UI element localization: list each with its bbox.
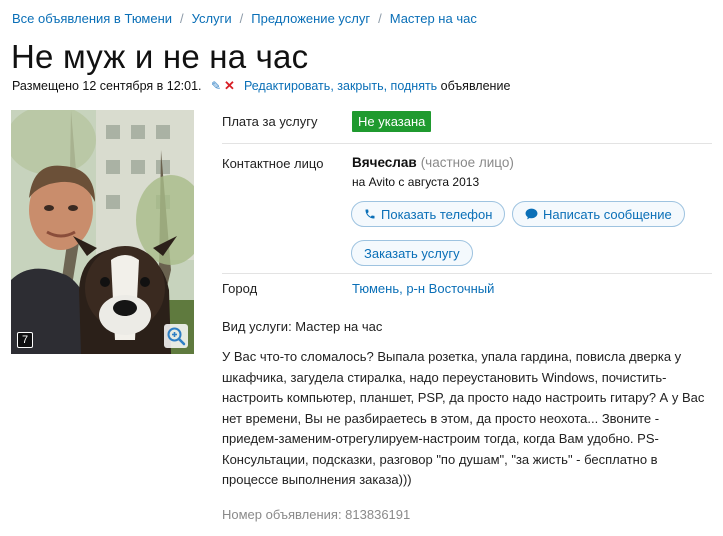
order-service-button[interactable]: Заказать услугу bbox=[351, 240, 473, 266]
breadcrumb-separator: / bbox=[239, 11, 244, 26]
seller-name[interactable]: Вячеслав bbox=[352, 155, 417, 170]
phone-icon bbox=[365, 209, 375, 219]
ad-photo[interactable]: 7 bbox=[11, 110, 194, 354]
price-badge: Не указана bbox=[352, 111, 432, 132]
magnifier-icon[interactable] bbox=[164, 324, 188, 348]
edit-link[interactable]: Редактировать bbox=[244, 79, 330, 93]
contact-label: Контактное лицо bbox=[222, 156, 324, 171]
posted-date: Размещено 12 сентября в 12:01. bbox=[12, 79, 202, 93]
city-link[interactable]: Тюмень, р-н Восточный bbox=[352, 281, 494, 296]
raise-ad-link[interactable]: поднять bbox=[391, 79, 438, 93]
breadcrumb-all-ads-tyumen[interactable]: Все объявления в Тюмени bbox=[12, 11, 172, 26]
chat-bubble-icon bbox=[525, 208, 538, 220]
close-icon[interactable]: ✕ bbox=[224, 78, 235, 93]
ad-description: У Вас что-то сломалось? Выпала розетка, … bbox=[222, 349, 705, 487]
write-message-label: Написать сообщение bbox=[543, 206, 672, 222]
page-title: Не муж и не на час bbox=[11, 38, 309, 75]
city-label: Город bbox=[222, 281, 258, 296]
breadcrumb: Все объявления в Тюмени / Услуги / Предложен… bbox=[12, 11, 477, 26]
show-phone-button[interactable]: Показать телефон bbox=[351, 201, 506, 227]
comma: , bbox=[383, 79, 391, 93]
seller-type: (частное лицо) bbox=[420, 155, 514, 170]
order-service-label: Заказать услугу bbox=[364, 245, 460, 261]
breadcrumb-service-offers[interactable]: Предложение услуг bbox=[251, 11, 370, 26]
posted-meta: Размещено 12 сентября в 12:01. ✎ ✕ Редакти… bbox=[12, 78, 510, 94]
photo-illustration bbox=[11, 110, 194, 354]
breadcrumb-handyman[interactable]: Мастер на час bbox=[390, 11, 477, 26]
write-message-button[interactable]: Написать сообщение bbox=[512, 201, 685, 227]
pencil-icon[interactable]: ✎ bbox=[211, 79, 221, 93]
price-label: Плата за услугу bbox=[222, 114, 318, 129]
breadcrumb-separator: / bbox=[378, 11, 382, 26]
breadcrumb-separator: / bbox=[180, 11, 184, 26]
ad-word: объявление bbox=[437, 79, 511, 93]
photo-count-badge: 7 bbox=[17, 332, 34, 348]
ad-number: Номер объявления: 813836191 bbox=[222, 507, 411, 522]
show-phone-label: Показать телефон bbox=[381, 206, 493, 222]
close-ad-link[interactable]: закрыть bbox=[337, 79, 383, 93]
seller-name-line: Вячеслав (частное лицо) bbox=[352, 155, 514, 170]
service-type: Вид услуги: Мастер на час bbox=[222, 319, 383, 334]
breadcrumb-services[interactable]: Услуги bbox=[192, 11, 232, 26]
divider bbox=[222, 143, 712, 144]
divider bbox=[222, 273, 712, 274]
seller-since: на Avito с августа 2013 bbox=[352, 175, 480, 189]
